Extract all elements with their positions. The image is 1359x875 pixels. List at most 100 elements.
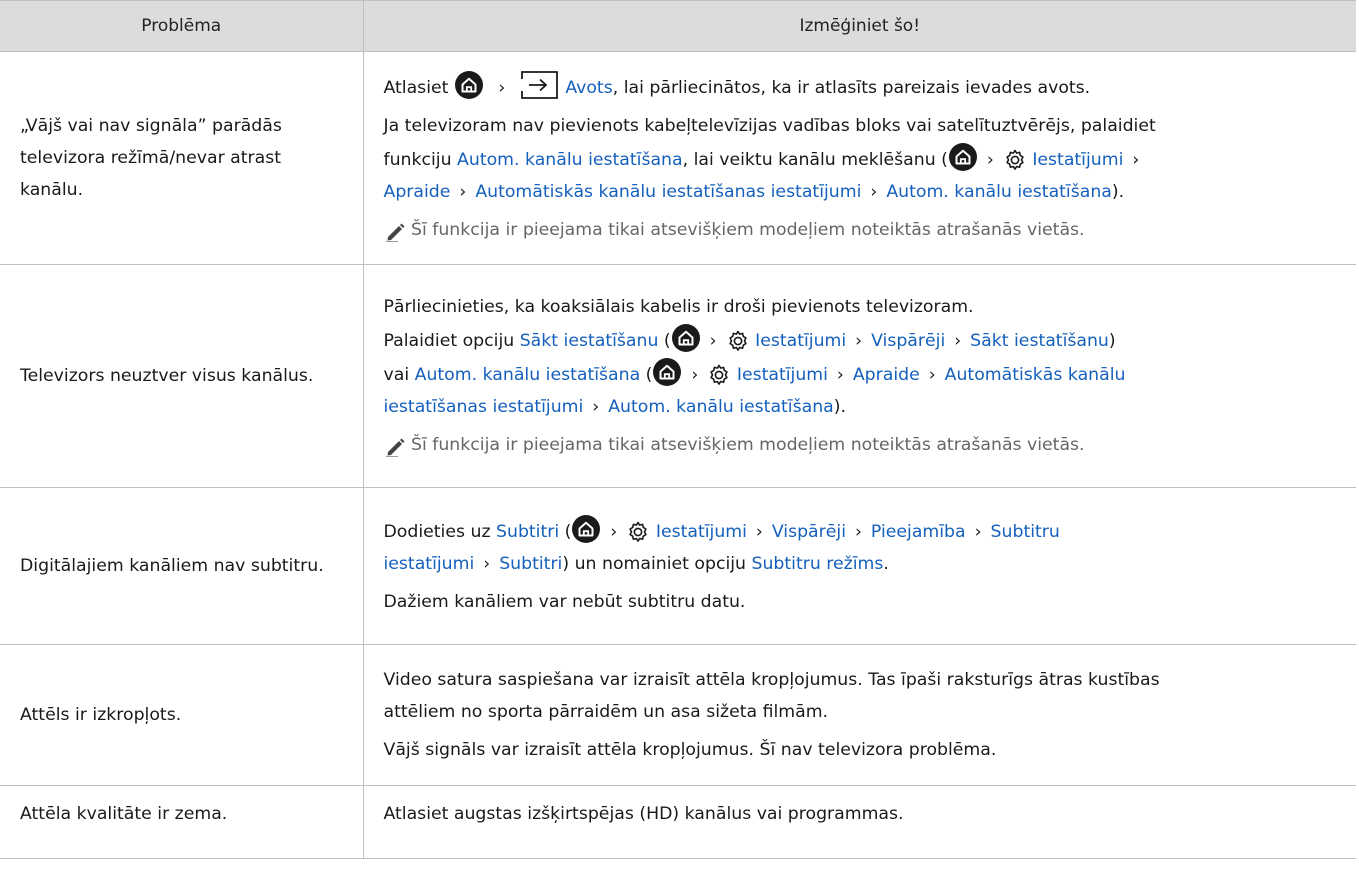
gear-icon <box>1003 148 1027 172</box>
header-solution: Izmēģiniet šo! <box>362 0 1356 52</box>
solution-text: Pārliecinieties, ka koaksiālais kabelis … <box>383 297 974 317</box>
accessibility-link[interactable]: Pieejamība <box>871 522 966 542</box>
subtitles-link[interactable]: Subtitri <box>499 554 562 574</box>
solution-cell: Video satura saspiešana var izraisīt att… <box>362 644 1356 786</box>
home-icon <box>571 514 601 544</box>
solution-cell: Dodieties uz Subtitri ( › Iestatījumi › Vis… <box>362 487 1356 645</box>
solution-text: Palaidiet opciju <box>383 331 520 351</box>
solution-text: ). <box>833 397 846 417</box>
problem-cell: „Vājš vai nav signāla” parādās televizor… <box>0 51 363 265</box>
solution-text: Video satura saspiešana var izraisīt att… <box>383 670 1160 690</box>
solution-paragraph: Video satura saspiešana var izraisīt att… <box>384 664 1343 728</box>
source-icon <box>520 70 560 100</box>
solution-cell: Atlasiet augstas izšķirtspējas (HD) kanā… <box>362 785 1356 859</box>
subtitle-settings-link[interactable]: Subtitru <box>991 522 1060 542</box>
table-row: Digitālajiem kanāliem nav subtitru. Dodi… <box>0 487 1356 645</box>
start-setup-link[interactable]: Sākt iestatīšanu <box>970 331 1109 351</box>
apraide-link[interactable]: Apraide <box>384 182 451 202</box>
troubleshooting-table: Problēma Izmēģiniet šo! „Vājš vai nav si… <box>0 0 1356 859</box>
solution-paragraph: Atlasiet augstas izšķirtspējas (HD) kanā… <box>383 804 904 824</box>
problem-cell: Attēls ir izkropļots. <box>0 644 363 786</box>
table-row: Attēls ir izkropļots. Video satura saspi… <box>0 644 1356 786</box>
gear-icon <box>726 329 750 353</box>
home-icon <box>671 323 701 353</box>
settings-link[interactable]: Iestatījumi <box>656 522 747 542</box>
solution-text: , lai pārliecinātos, ka ir atlasīts pare… <box>612 78 1091 98</box>
header-problem: Problēma <box>0 0 363 52</box>
chevron-right-icon: › <box>855 331 863 351</box>
gear-icon <box>707 363 731 387</box>
problem-cell: Digitālajiem kanāliem nav subtitru. <box>0 487 363 645</box>
settings-link[interactable]: Iestatījumi <box>737 365 828 385</box>
pencil-icon <box>384 435 406 457</box>
chevron-right-icon: › <box>928 365 936 385</box>
solution-paragraph: Ja televizoram nav pievienots kabeļtelev… <box>384 110 1343 208</box>
solution-text: , lai veiktu kanālu meklēšanu ( <box>682 150 948 170</box>
table-row: „Vājš vai nav signāla” parādās televizor… <box>0 51 1356 265</box>
chevron-right-icon: › <box>592 397 600 417</box>
solution-text: ) <box>1108 331 1116 351</box>
problem-cell: Televizors neuztver visus kanālus. <box>0 264 363 488</box>
problem-text: Attēla kvalitāte ir zema. <box>20 804 228 824</box>
solution-text: vai <box>383 365 415 385</box>
chevron-right-icon: › <box>855 522 862 542</box>
solution-text: Atlasiet <box>383 78 449 98</box>
solution-text: funkciju <box>383 150 458 170</box>
solution-cell: Atlasiet › Avots, lai pārliecinātos, ka … <box>362 51 1356 265</box>
settings-link[interactable]: Iestatījumi <box>755 331 846 351</box>
pencil-icon <box>384 220 406 242</box>
table-row: Televizors neuztver visus kanālus. Pārli… <box>0 264 1356 488</box>
avots-link[interactable]: Avots <box>565 78 612 98</box>
note: Šī funkcija ir pieejama tikai atsevišķie… <box>384 214 1343 246</box>
chevron-right-icon: › <box>610 522 618 542</box>
note-text: Šī funkcija ir pieejama tikai atsevišķie… <box>411 435 1085 455</box>
chevron-right-icon: › <box>709 331 717 351</box>
solution-text: ) un nomainiet opciju <box>562 554 752 574</box>
chevron-right-icon: › <box>836 365 844 385</box>
problem-cell: Attēla kvalitāte ir zema. <box>0 785 363 859</box>
header-row: Problēma Izmēģiniet šo! <box>0 0 1356 52</box>
auto-channel-link[interactable]: Autom. kanālu iestatīšana <box>886 182 1112 202</box>
general-link[interactable]: Vispārēji <box>772 522 846 542</box>
chevron-right-icon: › <box>459 182 467 202</box>
chevron-right-icon: › <box>1132 150 1140 170</box>
auto-channel-link[interactable]: Autom. kanālu iestatīšana <box>608 397 834 417</box>
subtitles-link[interactable]: Subtitri <box>496 522 559 542</box>
solution-paragraph: Dažiem kanāliem var nebūt subtitru datu. <box>383 592 746 612</box>
auto-settings-link[interactable]: Automātiskās kanālu <box>945 365 1126 385</box>
table-row: Attēla kvalitāte ir zema. Atlasiet augst… <box>0 785 1356 859</box>
home-icon <box>652 357 682 387</box>
general-link[interactable]: Vispārēji <box>871 331 945 351</box>
solution-text: ( <box>559 522 572 542</box>
chevron-right-icon: › <box>954 331 962 351</box>
chevron-right-icon: › <box>870 182 878 202</box>
note: Šī funkcija ir pieejama tikai atsevišķie… <box>384 429 1343 461</box>
chevron-right-icon: › <box>755 522 763 542</box>
auto-settings-link[interactable]: iestatīšanas iestatījumi <box>384 397 584 417</box>
chevron-right-icon: › <box>974 522 982 542</box>
gear-icon <box>626 520 650 544</box>
start-setup-link[interactable]: Sākt iestatīšanu <box>520 331 659 351</box>
solution-text: Ja televizoram nav pievienots kabeļtelev… <box>383 116 1156 136</box>
apraide-link[interactable]: Apraide <box>853 365 920 385</box>
solution-text: Dodieties uz <box>383 522 497 542</box>
subtitle-mode-link[interactable]: Subtitru režīms <box>752 554 884 574</box>
solution-text: ( <box>640 365 653 385</box>
home-icon <box>454 70 484 100</box>
chevron-right-icon: › <box>691 365 699 385</box>
subtitle-settings-link[interactable]: iestatījumi <box>384 554 475 574</box>
solution-paragraph: Pārliecinieties, ka koaksiālais kabelis … <box>384 291 1343 423</box>
solution-text: attēliem no sporta pārraidēm un asa siže… <box>383 702 829 722</box>
home-icon <box>948 142 978 172</box>
solution-paragraph: Vājš signāls var izraisīt attēla kropļoj… <box>383 740 997 760</box>
solution-text: ( <box>658 331 671 351</box>
settings-link[interactable]: Iestatījumi <box>1032 150 1123 170</box>
chevron-right-icon: › <box>498 78 506 98</box>
solution-text: ). <box>1111 182 1125 202</box>
solution-paragraph: Atlasiet › Avots, lai pārliecinātos, ka … <box>384 70 1343 104</box>
chevron-right-icon: › <box>986 150 994 170</box>
auto-channel-link[interactable]: Autom. kanālu iestatīšana <box>457 150 683 170</box>
auto-settings-link[interactable]: Automātiskās kanālu iestatīšanas iestatī… <box>475 182 861 202</box>
note-text: Šī funkcija ir pieejama tikai atsevišķie… <box>411 220 1085 240</box>
auto-channel-link[interactable]: Autom. kanālu iestatīšana <box>415 365 641 385</box>
